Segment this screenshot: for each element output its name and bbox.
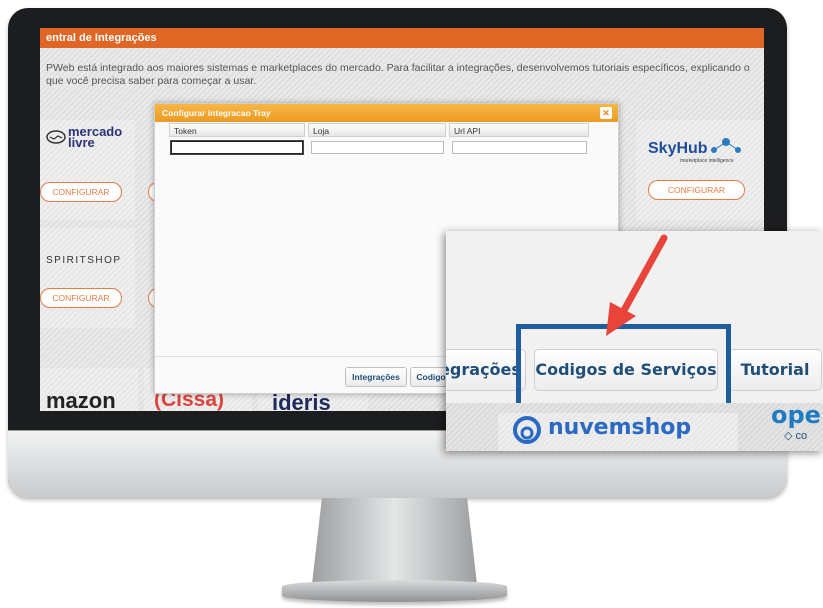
token-input[interactable]: [171, 141, 303, 154]
tile-nuvemshop: nuvemshop: [498, 413, 738, 451]
skyhub-tagline: marketplace intelligence: [680, 158, 734, 164]
dialog-title: Configurar integracao Tray: [162, 108, 271, 118]
network-icon: [711, 138, 741, 153]
codigos-button[interactable]: Codigo: [410, 367, 451, 387]
tile-amazon: mazon: [40, 368, 138, 411]
nuvemshop-icon: [513, 416, 541, 444]
tile-skyhub: SkyHub marketplace intelligence CONFIGUR…: [636, 120, 764, 220]
spiritshop-logo: SPIRITSHOP: [46, 255, 122, 266]
pointer-arrow-icon: [606, 234, 668, 336]
column-token: Token: [169, 123, 305, 137]
amazon-logo: mazon: [46, 388, 116, 411]
page-title: entral de Integrações: [40, 28, 764, 48]
configure-button[interactable]: CONFIGURAR: [40, 288, 122, 308]
integracoes-button[interactable]: Integrações: [345, 367, 407, 387]
configure-button[interactable]: CONFIGURAR: [648, 180, 745, 200]
skyhub-logo: SkyHub: [648, 140, 708, 157]
column-url-api: Url API: [449, 123, 589, 137]
zoom-logo-row: nuvemshop open ◇ co: [446, 401, 823, 451]
open-logo: open: [771, 401, 823, 429]
column-loja: Loja: [308, 123, 446, 137]
handshake-icon: [46, 130, 66, 144]
configure-button[interactable]: CONFIGURAR: [40, 182, 122, 202]
monitor-stand-base: [282, 580, 507, 602]
dialog-header: Configurar integracao Tray ✕: [155, 104, 618, 122]
page-description: PWeb está integrado aos maiores sistemas…: [46, 62, 750, 87]
monitor-stand-neck: [312, 498, 477, 584]
loja-input[interactable]: [311, 141, 444, 154]
mercado-livre-logo: mercado livre: [68, 124, 123, 150]
nuvemshop-logo: nuvemshop: [548, 415, 692, 440]
tile-mercado-livre: mercado livre CONFIGURAR: [40, 120, 135, 220]
url-api-input[interactable]: [452, 141, 587, 154]
integracoes-tab-zoom[interactable]: egrações: [446, 349, 526, 391]
open-logo-sub: ◇ co: [784, 430, 808, 442]
tutorial-button[interactable]: Tutorial: [728, 349, 822, 391]
close-icon[interactable]: ✕: [600, 107, 612, 119]
tile-spiritshop: SPIRITSHOP CONFIGURAR: [40, 228, 135, 328]
